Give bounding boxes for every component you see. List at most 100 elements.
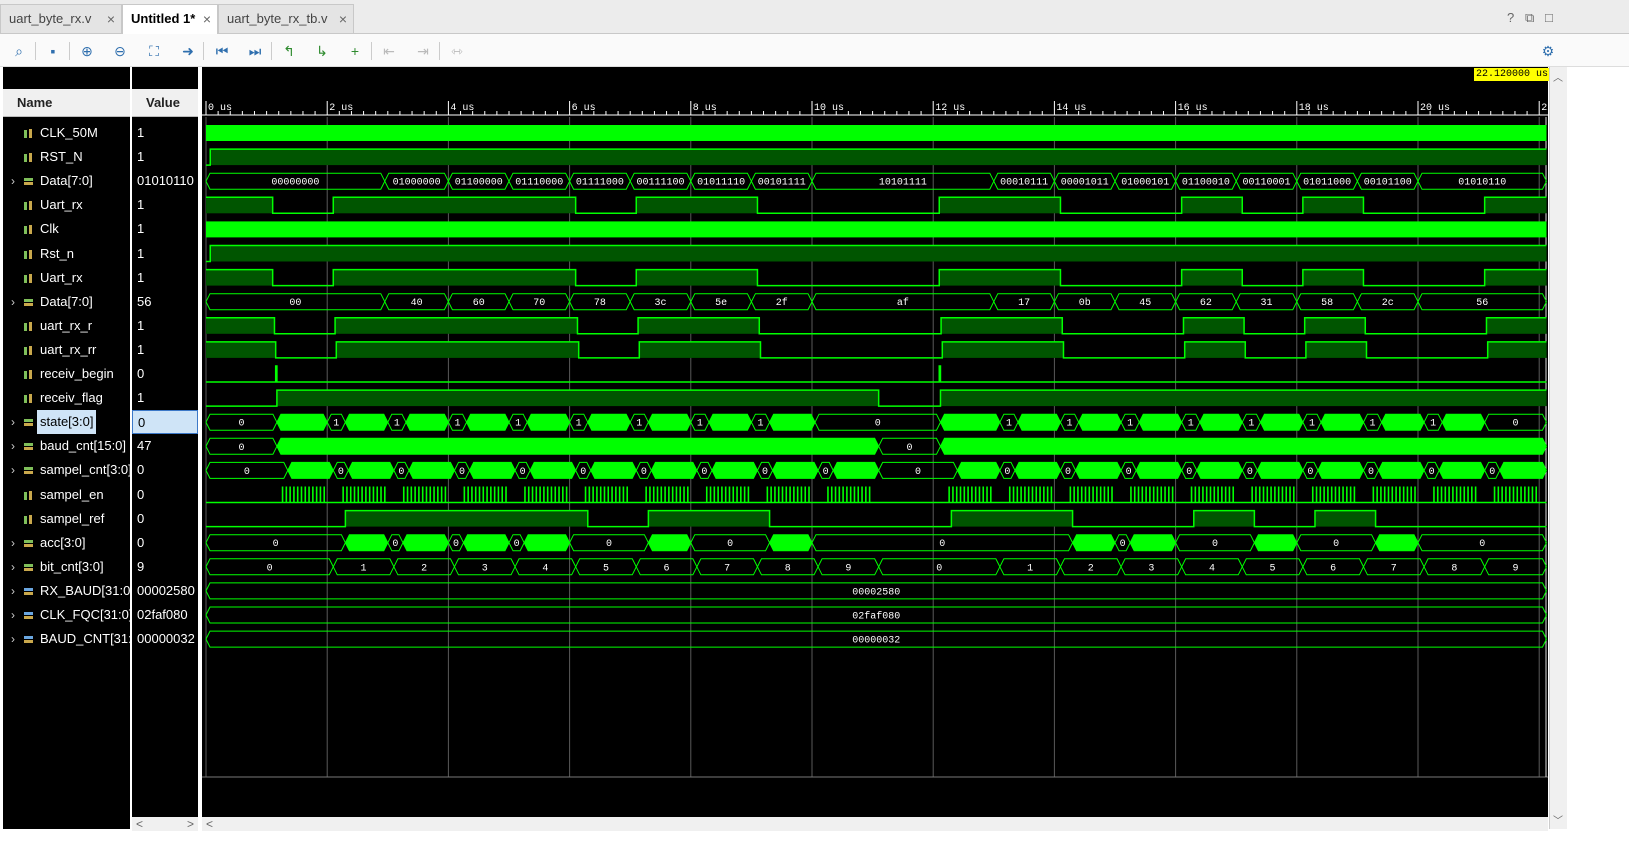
signal-row-baud-cnt-31-0[interactable]: › BAUD_CNT[31:0] — [3, 627, 130, 651]
close-icon[interactable]: × — [339, 5, 347, 33]
waveform-horizontal-scrollbar[interactable]: < — [202, 817, 1548, 831]
tab-untitled-1[interactable]: Untitled 1* × — [122, 4, 218, 34]
sample-pulse — [679, 486, 682, 503]
previous-marker-icon[interactable]: ⇤ — [378, 41, 400, 61]
waveform-canvas[interactable]: 0 us 2 us 4 us 6 us 8 us 10 us 12 us 14 us 16 us… — [202, 67, 1548, 829]
scroll-up-icon[interactable]: ︿ — [1553, 69, 1563, 84]
bus-value-label: 0 — [606, 539, 612, 550]
signal-value[interactable]: 0 — [132, 483, 198, 507]
sample-pulse — [1168, 486, 1170, 503]
signal-value[interactable]: 0 — [132, 410, 198, 435]
scroll-left-icon[interactable]: < — [136, 817, 143, 831]
expand-chevron-icon[interactable]: › — [11, 290, 15, 314]
expand-chevron-icon[interactable]: › — [11, 555, 15, 579]
signal-row-uart-rx[interactable]: Uart_rx — [3, 193, 130, 217]
signal-value[interactable]: 1 — [132, 242, 198, 266]
value-column-header[interactable]: Value — [132, 89, 198, 117]
help-icon[interactable]: ? — [1507, 10, 1514, 25]
signal-row-uart-rx-rr[interactable]: uart_rx_rr — [3, 338, 130, 362]
expand-chevron-icon[interactable]: › — [11, 531, 15, 555]
signal-row-clk-fqc-31-0[interactable]: › CLK_FQC[31:0] — [3, 603, 130, 627]
bus-segment-busy — [832, 461, 880, 479]
settings-gear-icon[interactable]: ⚙ — [1537, 41, 1559, 61]
expand-chevron-icon[interactable]: › — [11, 603, 15, 627]
signal-value[interactable]: 1 — [132, 266, 198, 290]
signal-row-clk[interactable]: Clk — [3, 217, 130, 241]
signal-value[interactable]: 0 — [132, 458, 198, 482]
swap-cursors-icon[interactable]: ⇿ — [446, 41, 468, 61]
signal-row-uart-rx-r[interactable]: uart_rx_r — [3, 314, 130, 338]
value-horizontal-scrollbar[interactable]: < > — [132, 817, 198, 831]
scroll-left-icon[interactable]: < — [206, 817, 213, 831]
signal-value[interactable]: 02faf080 — [132, 603, 198, 627]
signal-value[interactable]: 1 — [132, 386, 198, 410]
expand-chevron-icon[interactable]: › — [11, 627, 15, 651]
signal-value[interactable]: 1 — [132, 314, 198, 338]
bit-high-fill — [210, 149, 1547, 166]
signal-row-data-7-0[interactable]: › Data[7:0] — [3, 169, 130, 193]
expand-chevron-icon[interactable]: › — [11, 410, 15, 434]
signal-value[interactable]: 0 — [132, 507, 198, 531]
maximize-icon[interactable]: □ — [1545, 10, 1553, 25]
signal-value[interactable]: 0 — [132, 362, 198, 386]
signal-value[interactable]: 56 — [132, 290, 198, 314]
go-to-last-time-icon[interactable]: ⏭ — [244, 41, 266, 61]
signal-row-rx-baud-31-0[interactable]: › RX_BAUD[31:0] — [3, 579, 130, 603]
expand-chevron-icon[interactable]: › — [11, 169, 15, 193]
search-icon[interactable]: ⌕ — [8, 41, 30, 61]
signal-row-sampel-en[interactable]: sampel_en — [3, 483, 130, 507]
bit-high-fill — [276, 390, 879, 407]
signal-value[interactable]: 47 — [132, 434, 198, 458]
zoom-in-icon[interactable]: ⊕ — [76, 41, 98, 61]
bit-high-fill — [345, 510, 588, 527]
close-icon[interactable]: × — [203, 5, 211, 33]
bit-high-fill — [1184, 341, 1246, 358]
vertical-scrollbar[interactable]: ︿ ﹀ — [1549, 67, 1567, 829]
scroll-down-icon[interactable]: ﹀ — [1553, 812, 1563, 827]
signal-value[interactable]: 9 — [132, 555, 198, 579]
signal-value[interactable]: 1 — [132, 145, 198, 169]
signal-row-bit-cnt-3-0[interactable]: › bit_cnt[3:0] — [3, 555, 130, 579]
signal-row-receiv-begin[interactable]: receiv_begin — [3, 362, 130, 386]
tab-uart-byte-rx-tb[interactable]: uart_byte_rx_tb.v × — [218, 4, 354, 33]
signal-value[interactable]: 01010110 — [132, 169, 198, 193]
signal-row-sampel-cnt-3-0[interactable]: › sampel_cnt[3:0] — [3, 458, 130, 482]
signal-row-receiv-flag[interactable]: receiv_flag — [3, 386, 130, 410]
signal-value[interactable]: 00000032 — [132, 627, 198, 651]
previous-transition-icon[interactable]: ↰ — [278, 41, 300, 61]
signal-row-state-3-0[interactable]: › state[3:0] — [3, 410, 130, 435]
signal-value[interactable]: 1 — [132, 217, 198, 241]
expand-chevron-icon[interactable]: › — [11, 434, 15, 458]
expand-chevron-icon[interactable]: › — [11, 458, 15, 482]
zoom-out-icon[interactable]: ⊖ — [109, 41, 131, 61]
restore-icon[interactable]: ⧉ — [1525, 10, 1534, 26]
signal-value[interactable]: 1 — [132, 193, 198, 217]
next-marker-icon[interactable]: ⇥ — [412, 41, 434, 61]
go-to-time-zero-icon[interactable]: ⏮ — [211, 41, 233, 61]
tab-uart-byte-rx[interactable]: uart_byte_rx.v × — [0, 4, 122, 33]
signal-row-baud-cnt-15-0[interactable]: › baud_cnt[15:0] — [3, 434, 130, 458]
sample-pulse — [293, 486, 295, 503]
signal-row-uart-rx[interactable]: Uart_rx — [3, 266, 130, 290]
signal-row-clk-50m[interactable]: CLK_50M — [3, 121, 130, 145]
signal-value[interactable]: 1 — [132, 121, 198, 145]
add-marker-icon[interactable]: + — [344, 41, 366, 61]
close-icon[interactable]: × — [107, 5, 115, 33]
signal-row-data-7-0[interactable]: › Data[7:0] — [3, 290, 130, 314]
signal-value[interactable]: 0 — [132, 531, 198, 555]
expand-chevron-icon[interactable]: › — [11, 579, 15, 603]
signal-value[interactable]: 1 — [132, 338, 198, 362]
scroll-right-icon[interactable]: > — [187, 817, 194, 831]
signal-row-sampel-ref[interactable]: sampel_ref — [3, 507, 130, 531]
name-column-header[interactable]: Name — [3, 89, 130, 117]
signal-name: sampel_cnt[3:0] — [40, 462, 130, 478]
signal-row-acc-3-0[interactable]: › acc[3:0] — [3, 531, 130, 555]
zoom-fit-icon[interactable]: ⛶ — [143, 41, 165, 61]
next-transition-icon[interactable]: ↳ — [311, 41, 333, 61]
sample-pulse — [857, 486, 860, 503]
go-to-cursor-icon[interactable]: ➜ — [177, 41, 199, 61]
save-icon[interactable]: ▪ — [42, 41, 64, 61]
signal-value[interactable]: 00002580 — [132, 579, 198, 603]
signal-row-rst-n[interactable]: RST_N — [3, 145, 130, 169]
signal-row-rst-n[interactable]: Rst_n — [3, 242, 130, 266]
